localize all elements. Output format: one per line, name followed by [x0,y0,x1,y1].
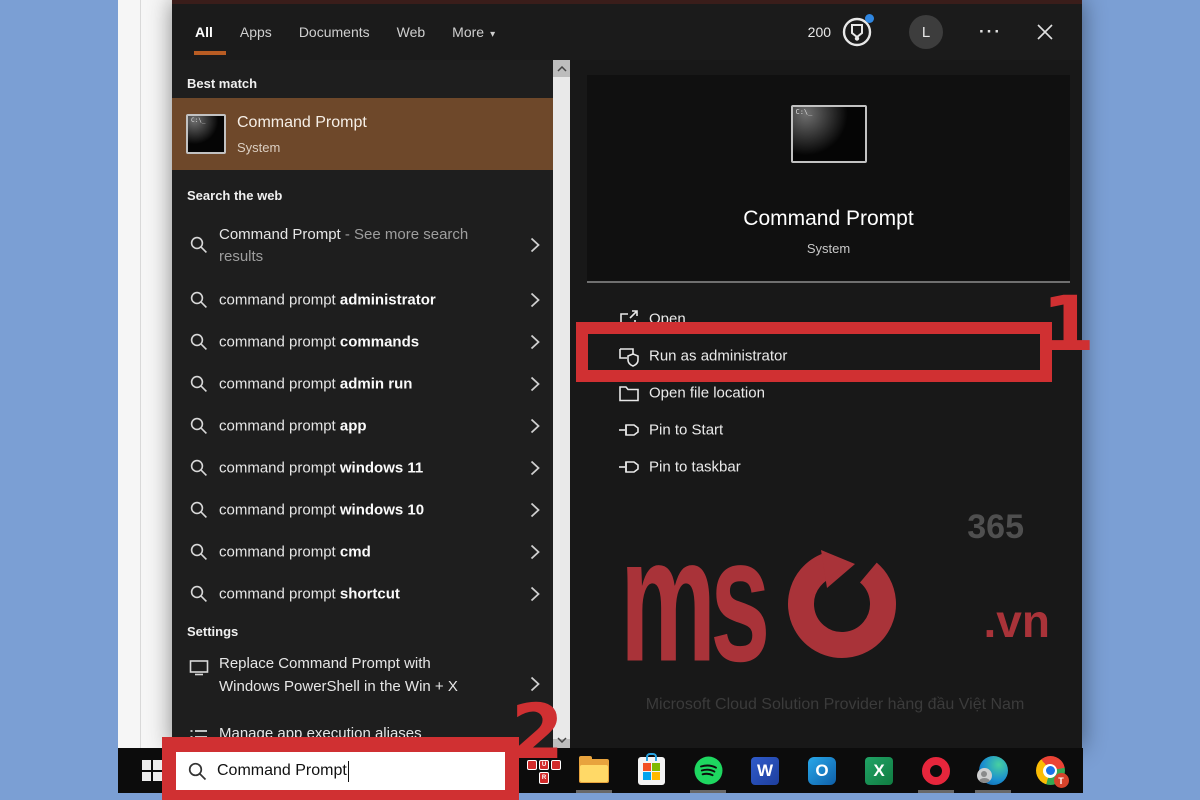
chrome-profile-badge: T [1054,773,1069,788]
notification-dot [865,14,874,23]
monitor-icon [189,657,209,677]
mso-watermark: ms 365 .vn Microsoft Cloud Solution Prov… [620,502,1050,712]
action-pin-to-taskbar[interactable]: Pin to taskbar [570,448,1082,485]
chevron-right-icon [530,460,540,476]
pin-icon [618,456,640,478]
search-icon [190,501,208,519]
chevron-down-icon: ▾ [490,29,495,40]
pin-icon [618,419,640,441]
outlook-icon[interactable]: O [806,748,838,793]
web-suggestion-row[interactable]: Command Prompt - See more search results [172,212,553,278]
settings-label: Settings [187,624,238,639]
chevron-right-icon [530,237,540,253]
web-suggestion-row[interactable]: command prompt shortcut [172,573,553,615]
taskbar-search-input[interactable]: Command Prompt [176,752,505,790]
web-suggestion-row[interactable]: command prompt cmd [172,531,553,573]
edge-icon[interactable] [977,748,1009,793]
search-icon [190,236,208,254]
folder-location-icon [618,382,640,404]
search-icon [190,543,208,561]
taskbar-pinned-icons: W O X T [578,748,1066,793]
best-match-title: Command Prompt [237,114,367,132]
profile-avatar [977,768,992,783]
chevron-right-icon [530,418,540,434]
search-topbar: All Apps Documents Web More▾ 200 [172,4,1082,60]
tab-web[interactable]: Web [397,24,426,40]
chevron-right-icon [530,502,540,518]
annotation-box-run-as-admin [576,322,1052,382]
results-scrollbar[interactable] [553,60,570,748]
watermark-365-text: 365 [967,508,1024,547]
tab-documents[interactable]: Documents [299,24,370,40]
tab-all-label: All [195,24,213,40]
watermark-ms-text: ms [620,534,765,664]
watermark-tagline: Microsoft Cloud Solution Provider hàng đ… [602,696,1068,714]
chevron-right-icon [530,292,540,308]
web-suggestion-row[interactable]: command prompt app [172,405,553,447]
more-options-icon[interactable]: ··· [979,22,1002,42]
annotation-box-search-field: Command Prompt [162,737,519,800]
windows-logo-icon [142,760,163,781]
opera-icon[interactable] [920,748,952,793]
search-icon [190,333,208,351]
app-preview-card: C:\_ Command Prompt System [587,75,1070,283]
search-icon [188,762,207,781]
scrollbar-thumb[interactable] [553,77,570,739]
chrome-icon[interactable]: T [1034,748,1066,793]
best-match-result[interactable]: C:\_ Command Prompt System [172,98,553,170]
search-icon [190,291,208,309]
chevron-right-icon [530,544,540,560]
excel-icon[interactable]: X [863,748,895,793]
search-web-label: Search the web [187,188,282,203]
web-suggestion-row[interactable]: command prompt administrator [172,279,553,321]
word-icon[interactable]: W [749,748,781,793]
search-icon [190,459,208,477]
tab-all[interactable]: All [195,24,213,40]
best-match-label: Best match [187,76,257,91]
window-border-line [140,0,141,748]
chevron-right-icon [530,586,540,602]
search-icon [190,417,208,435]
annotation-step-1: 1 [1042,286,1095,362]
close-icon[interactable] [1036,23,1054,41]
desktop: All Apps Documents Web More▾ 200 [0,0,1200,800]
rewards-points: 200 [808,24,831,40]
search-icon [190,375,208,393]
search-results-list: Best match C:\_ Command Prompt System Se… [172,60,553,748]
action-pin-to-start[interactable]: Pin to Start [570,411,1082,448]
topbar-right-cluster: 200 L ··· [808,4,1054,60]
tab-apps[interactable]: Apps [240,24,272,40]
watermark-vn-text: .vn [984,594,1050,648]
web-suggestion-row[interactable]: command prompt commands [172,321,553,363]
file-explorer-icon[interactable] [578,748,610,793]
active-tab-underline [194,51,226,55]
command-prompt-icon: C:\_ [186,114,226,154]
web-suggestion-row[interactable]: command prompt admin run [172,363,553,405]
preview-subtitle: System [587,241,1070,256]
preview-pane: C:\_ Command Prompt System Open Run as a… [570,60,1082,748]
background-window-edge [118,0,172,748]
preview-title: Command Prompt [587,207,1070,231]
annotation-step-2: 2 [511,694,564,770]
chevron-right-icon [530,334,540,350]
command-prompt-icon-large: C:\_ [791,105,867,163]
best-match-subtitle: System [237,140,280,155]
tab-more[interactable]: More▾ [452,24,495,40]
microsoft-store-icon[interactable] [635,748,667,793]
web-suggestion-row[interactable]: command prompt windows 11 [172,447,553,489]
text-caret [348,761,350,782]
avatar[interactable]: L [909,15,943,49]
settings-result-row[interactable]: Replace Command Prompt with Windows Powe… [172,652,553,716]
spotify-icon[interactable] [692,748,724,793]
search-filter-tabs: All Apps Documents Web More▾ [195,4,495,60]
web-suggestion-row[interactable]: command prompt windows 10 [172,489,553,531]
watermark-o-arrow-icon [783,542,901,660]
chevron-right-icon [530,376,540,392]
search-icon [190,585,208,603]
search-query-text: Command Prompt [217,762,347,780]
scroll-up-icon[interactable] [553,60,570,77]
rewards-medal-icon[interactable] [841,16,873,48]
